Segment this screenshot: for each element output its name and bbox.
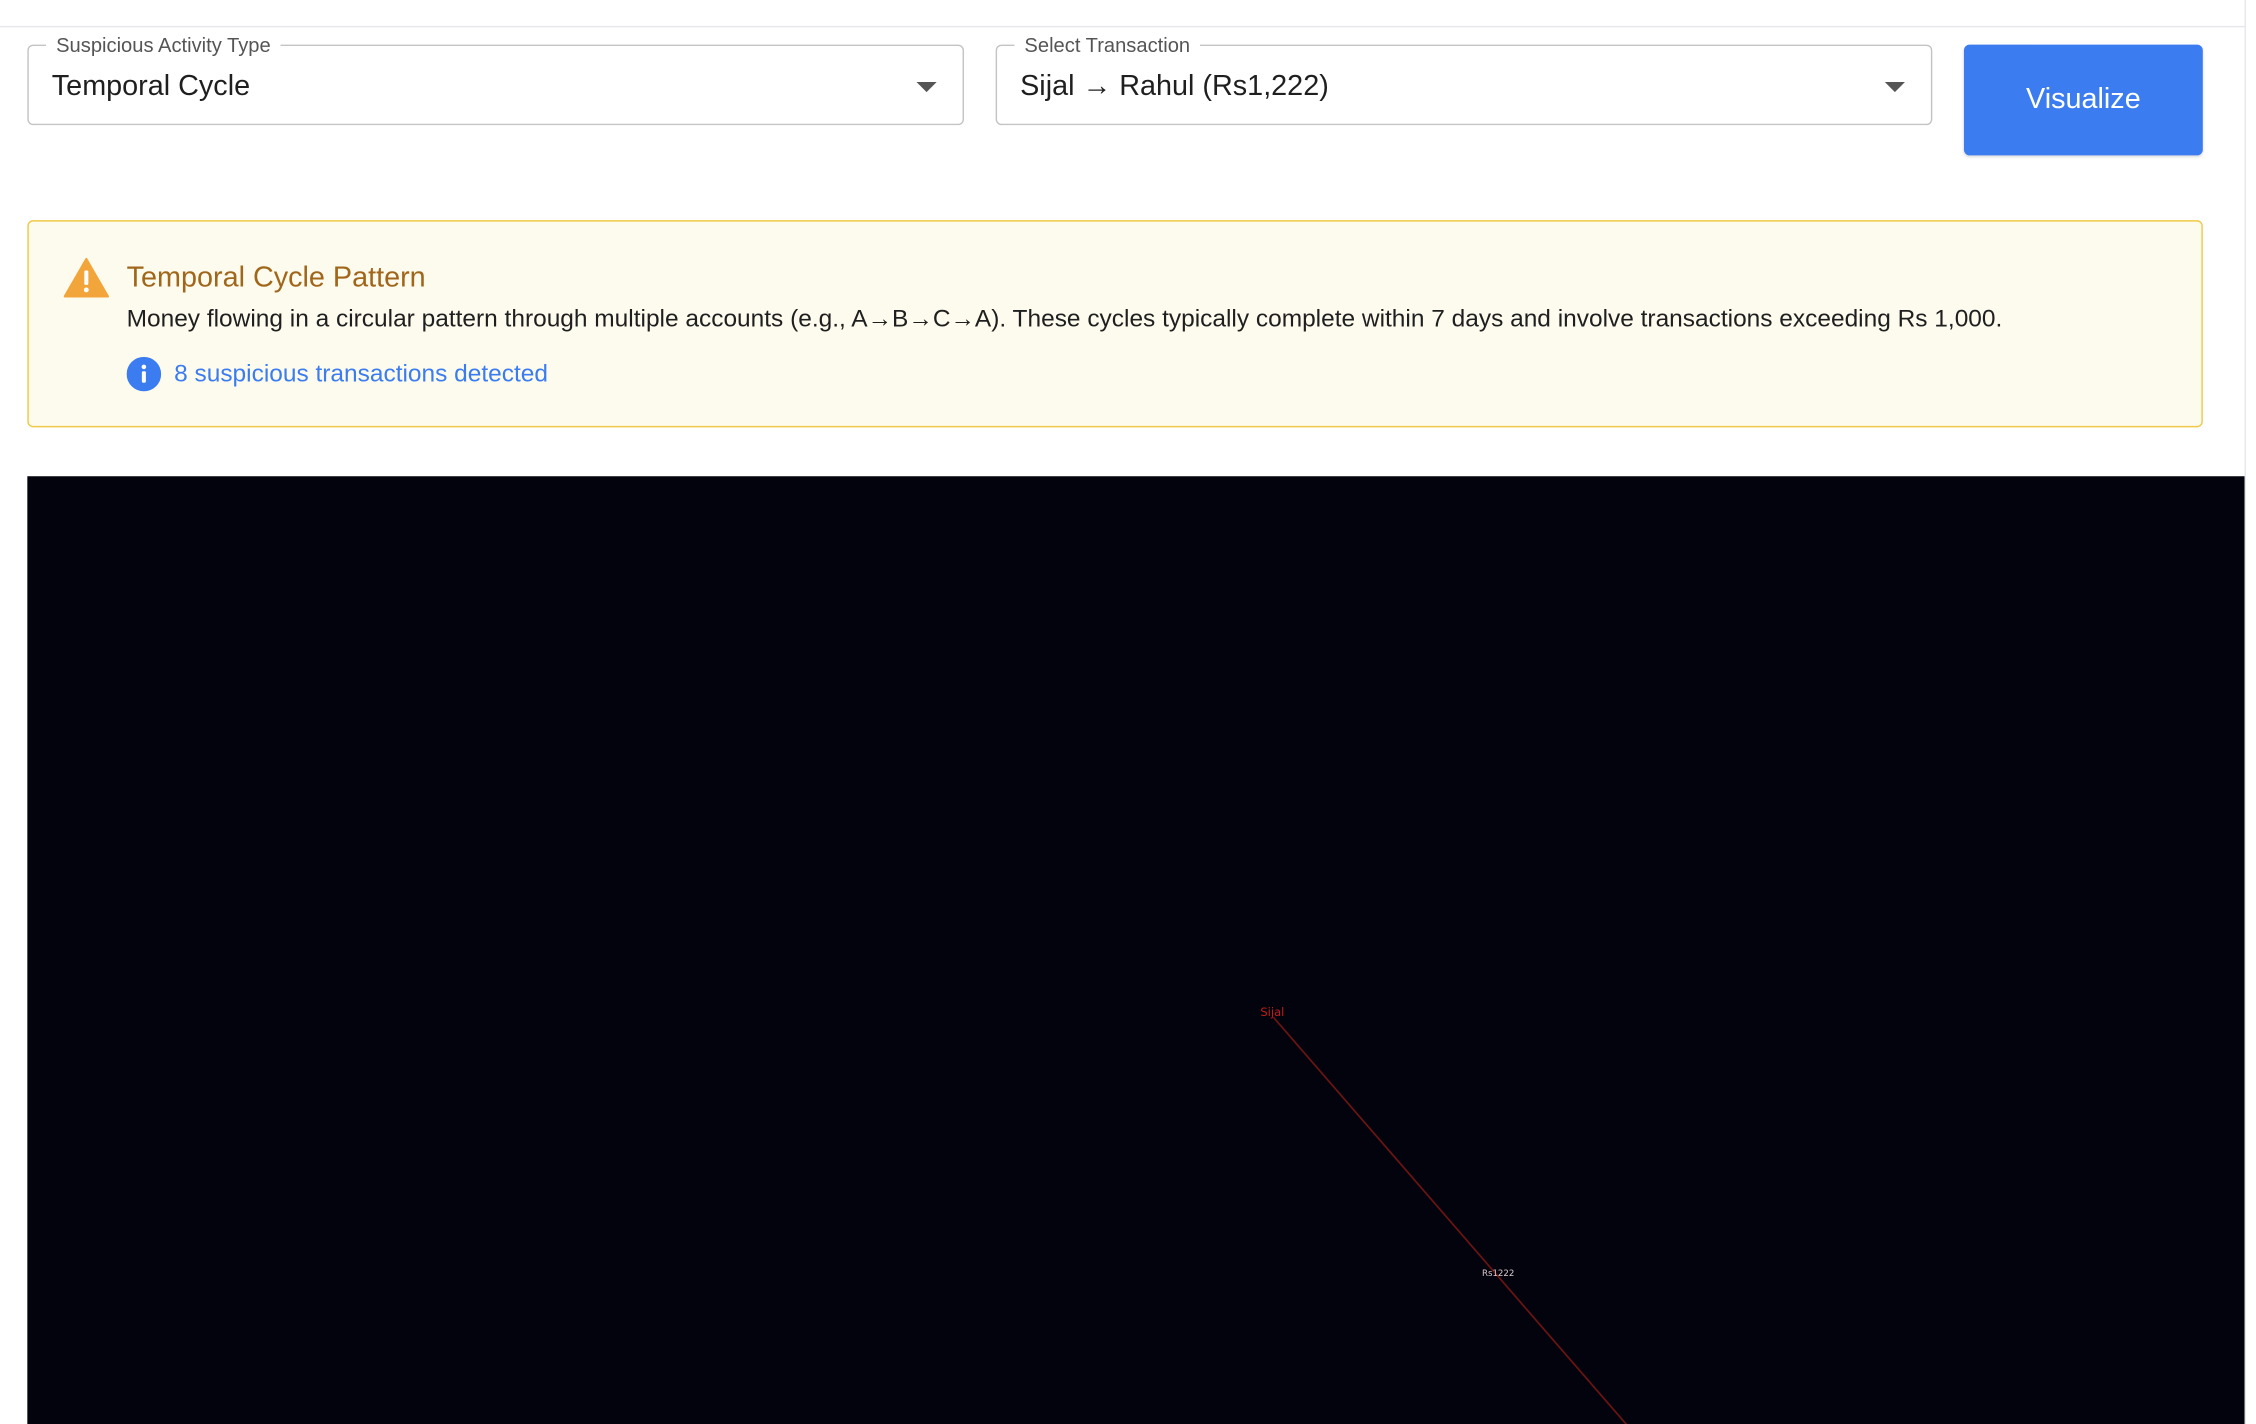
suspicious-count-text: 8 suspicious transactions detected — [174, 359, 549, 388]
suspicious-count: 8 suspicious transactions detected — [126, 356, 549, 392]
chevron-down-icon[interactable] — [1884, 82, 1905, 93]
alert-title: Temporal Cycle Pattern — [126, 261, 426, 294]
graph-canvas[interactable]: Sijal Rs1222 — [27, 476, 2245, 1424]
visualize-button[interactable]: Visualize — [1963, 44, 2203, 156]
activity-type-value: Temporal Cycle — [51, 70, 251, 103]
activity-type-label: Suspicious Activity Type — [46, 31, 281, 58]
scrollbar[interactable] — [2244, 0, 2256, 1424]
chevron-down-icon[interactable] — [916, 82, 937, 93]
graph-edge-label: Rs1222 — [1482, 1269, 1514, 1279]
warning-triangle-icon — [63, 257, 109, 298]
transaction-select[interactable]: Select Transaction Sijal → Rahul (Rs1,22… — [995, 31, 1933, 126]
alert-description: Money flowing in a circular pattern thro… — [126, 305, 2003, 333]
transaction-graph[interactable]: Sijal Rs1222 — [27, 476, 2244, 1424]
pattern-alert: Temporal Cycle Pattern Money flowing in … — [27, 220, 2203, 428]
top-bar — [0, 0, 2245, 28]
graph-node-label[interactable]: Sijal — [1260, 1005, 1284, 1019]
transaction-label: Select Transaction — [1014, 31, 1201, 58]
activity-type-select[interactable]: Suspicious Activity Type Temporal Cycle — [27, 31, 964, 126]
info-circle-icon — [126, 356, 162, 392]
transaction-value: Sijal → Rahul (Rs1,222) — [1020, 70, 1329, 103]
graph-edge — [1272, 1016, 1628, 1424]
page: Suspicious Activity Type Temporal Cycle … — [0, 0, 2256, 1424]
